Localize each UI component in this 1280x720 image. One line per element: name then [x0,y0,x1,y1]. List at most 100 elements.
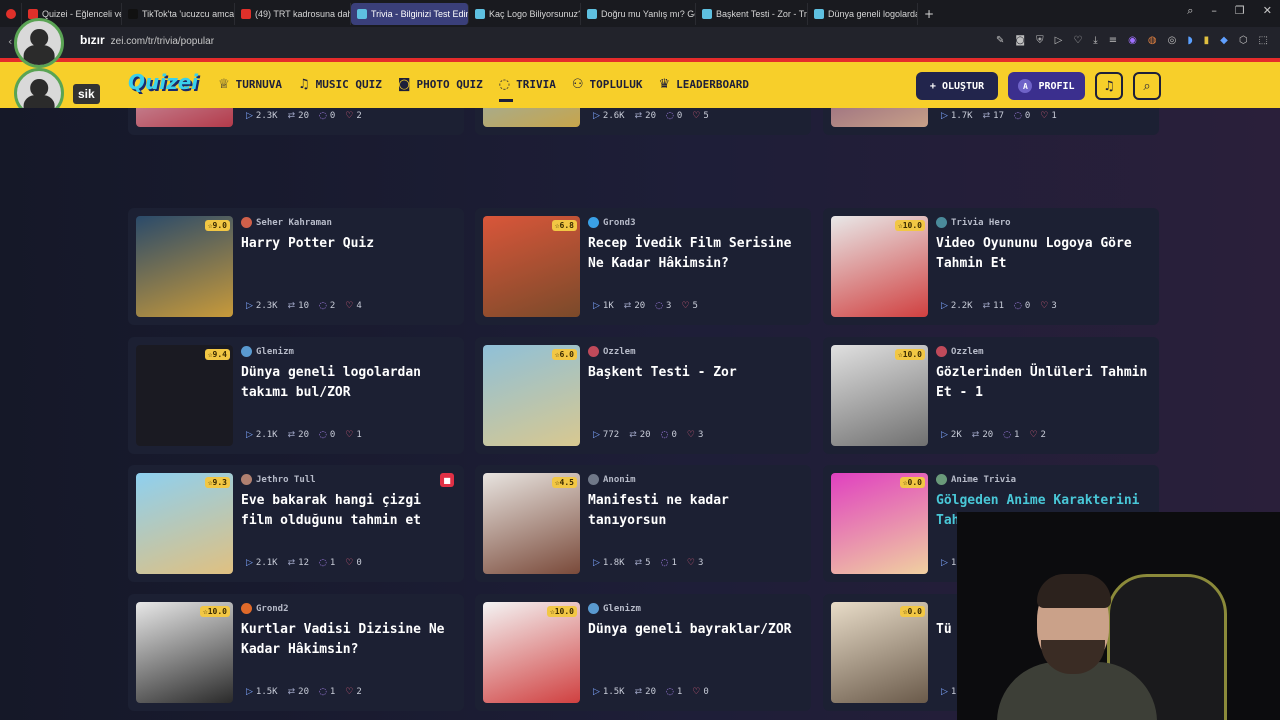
quiz-title[interactable]: Recep İvedik Film Serisine Ne Kadar Hâki… [588,234,806,274]
box-icon[interactable]: ⬡ [1239,35,1248,46]
quiz-title[interactable]: Video Oyununu Logoya Göre Tahmin Et [936,234,1154,274]
quiz-card[interactable]: TV Dizisi Adını Tahmin Et: Karakterler▷1… [823,108,1159,135]
browser-tab[interactable]: Dünya geneli logolardan t [808,2,918,25]
favicon-icon [702,8,712,19]
browser-tab[interactable]: TikTok'ta 'ucuzcu amca' b [122,2,235,25]
menu-icon[interactable]: ≡ [1109,35,1117,46]
quiz-thumbnail[interactable] [136,108,233,127]
nav-item-music-quiz[interactable]: ♫ MUSIC QUIZ [298,77,382,92]
quiz-thumbnail[interactable]: ☆9.0 [136,216,233,317]
quiz-author[interactable]: Glenizm [241,346,294,357]
likes-stat: ♡ 2 [345,111,362,121]
quiz-thumbnail[interactable]: ☆10.0 [136,602,233,703]
play-icon: ▷ [941,301,948,311]
nav-item-turnuva[interactable]: ♕ TURNUVA [218,77,282,92]
quiz-card[interactable]: ☆6.0 Ozzlem Başkent Testi - Zor ▷ 772 ⇄ 20 ◌ 0 ♡ 3 [475,337,811,454]
quiz-thumbnail[interactable]: ☆4.5 [483,473,580,574]
quiz-title[interactable]: Eve bakarak hangi çizgi film olduğunu ta… [241,491,459,531]
nav-item-topluluk[interactable]: ⚇ TOPLULUK [572,77,643,92]
camera-icon[interactable]: ◙ [1015,35,1025,46]
quiz-thumbnail[interactable]: ☆0.0 [831,602,928,703]
quiz-thumbnail[interactable]: ☆10.0 [483,602,580,703]
extension-icon[interactable]: ◉ [1128,35,1137,46]
quiz-author[interactable]: Ozzlem [588,346,636,357]
quiz-title[interactable]: Başkent Testi - Zor [588,363,806,383]
quiz-title[interactable]: Gözlerinden Ünlüleri Tahmin Et - 1 [936,363,1154,403]
quiz-author[interactable]: Grond3 [588,217,636,228]
quiz-thumbnail[interactable] [483,108,580,127]
quiz-author[interactable]: Jethro Tull [241,474,316,485]
wallet-icon[interactable]: ◆ [1220,35,1228,46]
vpn-icon[interactable]: ◍ [1148,35,1157,46]
create-button[interactable]: + OLUŞTUR [916,72,998,100]
nav-item-photo-quiz[interactable]: ◙ PHOTO QUIZ [398,77,483,92]
nav-item-leaderboard[interactable]: ♛ LEADERBOARD [659,77,750,92]
quiz-author[interactable]: Trivia Hero [936,217,1011,228]
browser-tab[interactable]: Doğru mu Yanlış mı? Genel [581,2,696,25]
browser-tab[interactable]: Trivia - Bilginizi Test Edin [351,2,469,25]
play-icon[interactable]: ▷ [1055,35,1063,46]
quiz-thumbnail[interactable]: ☆6.8 [483,216,580,317]
nav-item-trivia[interactable]: ◌ TRIVIA [498,77,556,102]
notification-bell-icon[interactable]: ♫ [1095,72,1123,100]
quiz-author[interactable]: Grond2 [241,603,289,614]
quiz-card[interactable]: ☆10.0 Trivia Hero Video Oyununu Logoya Gör… [823,208,1159,325]
quiz-card[interactable]: Bu Futbolcu Kim?▷2.3K⇄20◌0♡2 [128,108,464,135]
quiz-card[interactable]: ☆4.5 Anonim Manifesti ne kadar tanıyorsun ▷… [475,465,811,582]
edit-icon[interactable]: ✎ [996,35,1004,46]
back-icon[interactable]: ‹ [8,35,12,48]
quiz-card[interactable]: ☆10.0 Ozzlem Gözlerinden Ünlüleri Tahmin E… [823,337,1159,454]
sidebar-icon[interactable]: ⬚ [1259,35,1268,46]
comments-stat: ◌ 1 [1003,430,1020,440]
sound-icon[interactable]: ◗ [1187,35,1192,46]
quiz-thumbnail[interactable]: ☆9.3 [136,473,233,574]
close-window-icon[interactable]: ✕ [1263,4,1272,18]
quiz-author[interactable]: Anonim [588,474,636,485]
opera-menu-button[interactable] [0,2,22,25]
quiz-author[interactable]: Glenizm [588,603,641,614]
maximize-icon[interactable]: ❐ [1235,4,1245,18]
browser-tab[interactable]: Başkent Testi - Zor - Trivia [696,2,808,25]
quiz-card[interactable]: ☆9.3 Jethro Tull Eve bakarak hangi çizgi f… [128,465,464,582]
heart-icon: ♡ [1029,430,1038,440]
quiz-title[interactable]: Dünya geneli logolardan takımı bul/ZOR [241,363,459,403]
shield-icon[interactable]: ⛨ [1036,35,1044,46]
search-tabs-icon[interactable]: ⌕ [1187,4,1193,18]
rating-badge: ☆10.0 [199,606,230,617]
quiz-thumbnail[interactable]: ☆10.0 [831,345,928,446]
questions-icon: ⇄ [982,111,991,121]
quiz-card[interactable]: ☆10.0 Grond2 Kurtlar Vadisi Dizisine Ne Ka… [128,594,464,711]
bookmark-icon[interactable]: ▮ [1204,35,1210,46]
heart-icon[interactable]: ♡ [1073,35,1082,46]
questions-stat: ⇄ 20 [971,430,994,440]
quiz-thumbnail[interactable] [831,108,928,127]
quiz-card[interactable]: ☆9.4 Glenizm Dünya geneli logolardan takım… [128,337,464,454]
quiz-thumbnail[interactable]: ☆0.0 [831,473,928,574]
new-tab-button[interactable]: + [918,3,940,25]
quiz-thumbnail[interactable]: ☆10.0 [831,216,928,317]
quiz-author[interactable]: Anime Trivia [936,474,1016,485]
quiz-title[interactable]: Manifesti ne kadar tanıyorsun [588,491,806,531]
quiz-author[interactable]: Ozzlem [936,346,984,357]
search-icon[interactable]: ⌕ [1133,72,1161,100]
award-icon: ♛ [658,77,671,92]
quiz-card[interactable]: Başkent Quiz▷2.6K⇄20◌0♡5 [475,108,811,135]
quiz-title[interactable]: Kurtlar Vadisi Dizisine Ne Kadar Hâkimsi… [241,620,459,660]
quiz-card[interactable]: ☆10.0 Glenizm Dünya geneli bayraklar/ZOR ▷ 1… [475,594,811,711]
quiz-title[interactable]: Dünya geneli bayraklar/ZOR [588,620,806,640]
download-icon[interactable]: ⤓ [1093,35,1097,46]
comments-stat: ◌ 1 [319,687,336,697]
quiz-author[interactable]: Seher Kahraman [241,217,332,228]
browser-tab[interactable]: Kaç Logo Biliyorsunuz? - T [469,2,581,25]
browser-tab[interactable]: (49) TRT kadrosuna dahil e [235,2,351,25]
quiz-thumbnail[interactable]: ☆6.0 [483,345,580,446]
quiz-card[interactable]: ☆6.8 Grond3 Recep İvedik Film Serisine Ne … [475,208,811,325]
quiz-title[interactable]: Harry Potter Quiz [241,234,459,254]
profile-button[interactable]: A PROFIL [1008,72,1085,100]
quiz-card[interactable]: ☆9.0 Seher Kahraman Harry Potter Quiz ▷ 2.3K… [128,208,464,325]
quiz-thumbnail[interactable]: ☆9.4 [136,345,233,446]
minimize-icon[interactable]: – [1211,4,1217,18]
url-field[interactable]: bızır zei.com/tr/trivia/popular [80,33,214,47]
site-logo[interactable]: Quizei [128,70,198,94]
opera-ext-icon[interactable]: ◎ [1168,35,1177,46]
